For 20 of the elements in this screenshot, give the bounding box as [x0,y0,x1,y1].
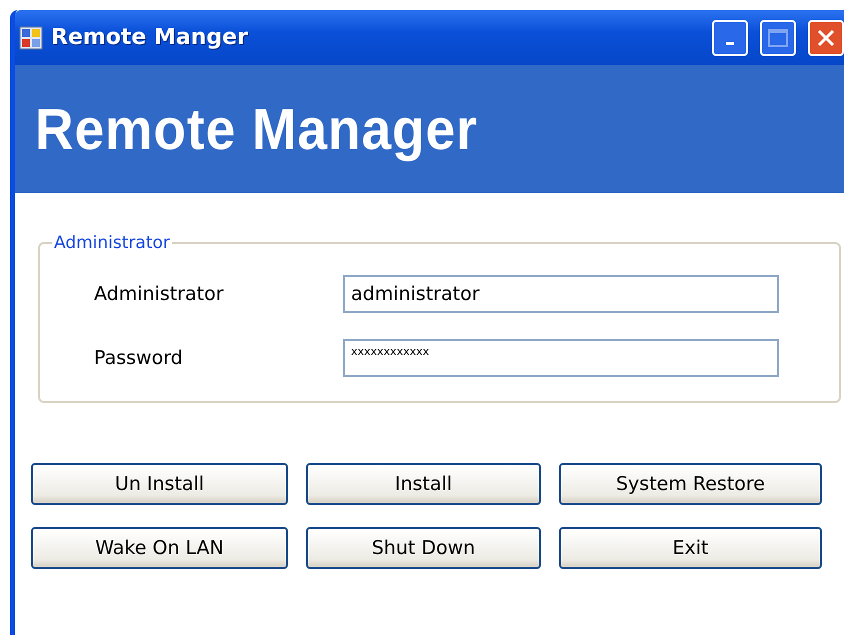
action-button[interactable]: Shut Down [306,527,541,569]
action-button[interactable]: System Restore [559,463,822,505]
maximize-button[interactable] [760,20,796,56]
maximize-icon [768,28,788,46]
field-label: Password [93,347,184,369]
action-button[interactable]: Install [306,463,541,505]
password-field[interactable]: xxxxxxxxxxxx [343,339,779,377]
minimize-icon [726,42,734,45]
minimize-button[interactable] [712,20,748,56]
app-title: Remote Manager [35,96,478,162]
window-title: Remote Manger [51,25,249,50]
close-button[interactable] [808,20,844,56]
action-button[interactable]: Wake On LAN [31,527,288,569]
group-title: Administrator [53,233,171,253]
close-icon [816,28,836,48]
action-button[interactable]: Exit [559,527,822,569]
action-button[interactable]: Un Install [31,463,288,505]
app-icon [19,26,43,50]
field-label: Administrator [93,283,225,305]
username-field[interactable]: administrator [343,275,779,313]
